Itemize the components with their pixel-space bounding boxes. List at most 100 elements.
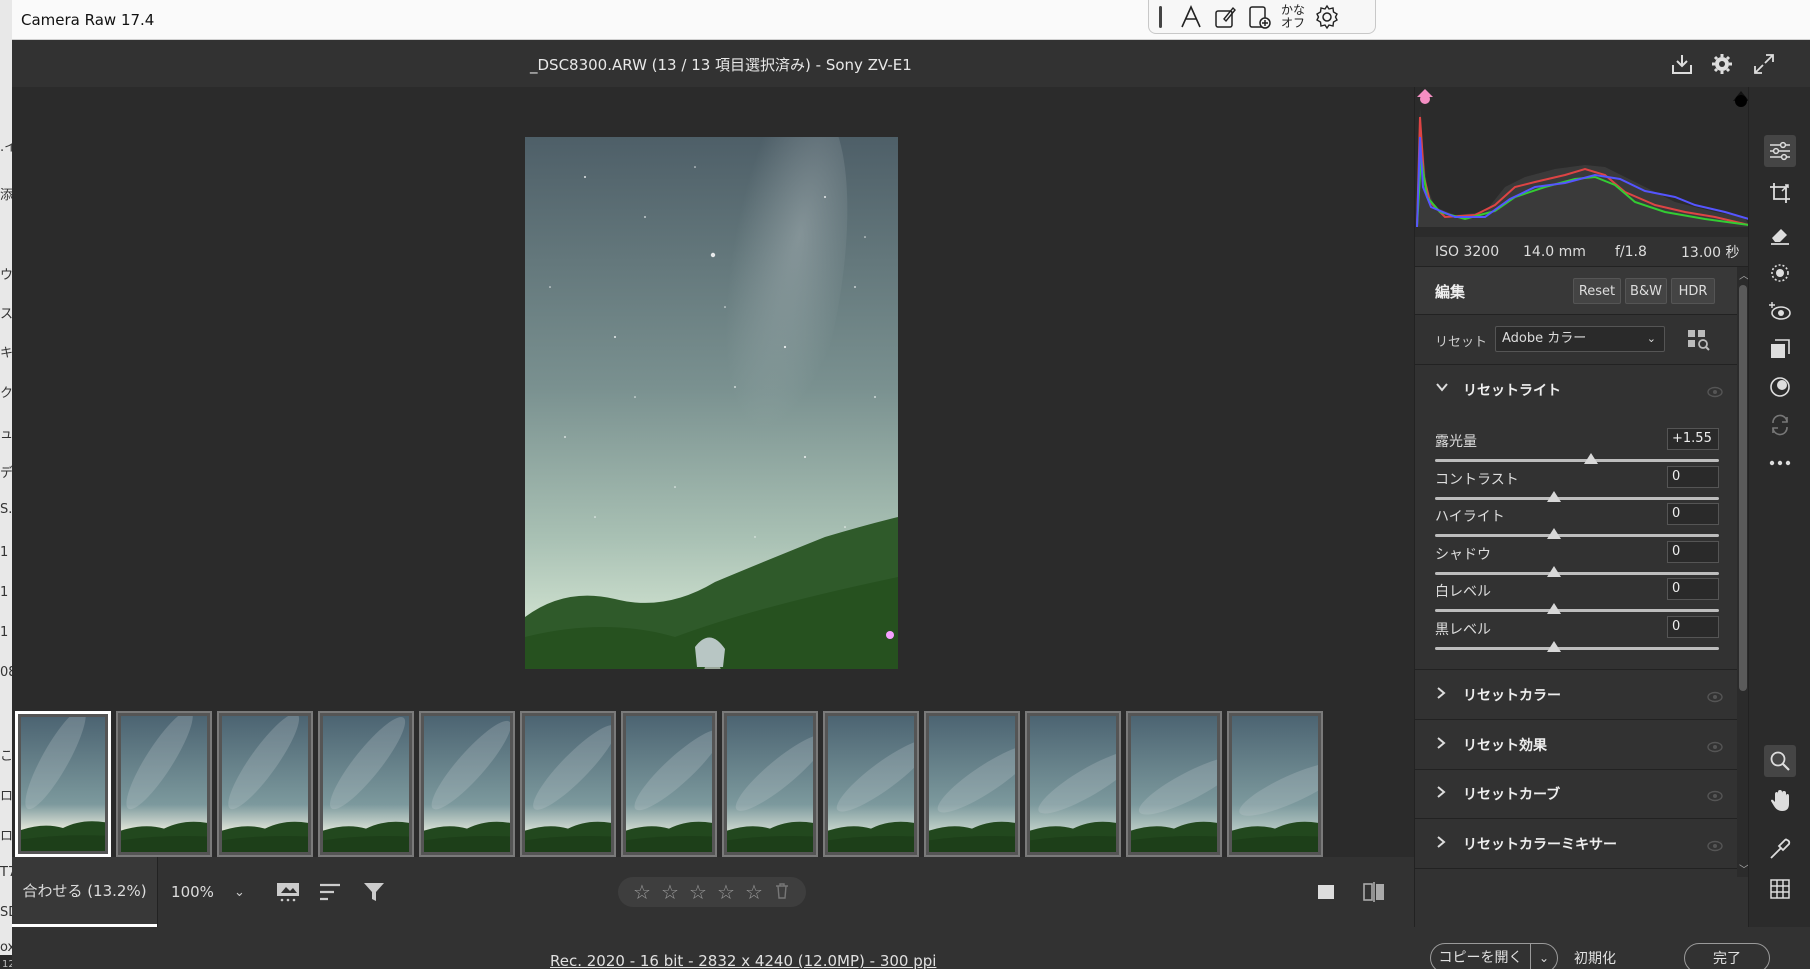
hdr-button[interactable]: HDR — [1671, 278, 1715, 304]
exif-aperture: f/1.8 — [1615, 243, 1647, 260]
ime-settings-gear-icon[interactable] — [1310, 0, 1344, 34]
filmstrip-thumbnail[interactable] — [419, 711, 515, 857]
sort-icon[interactable] — [316, 877, 346, 907]
slider-track[interactable] — [1435, 496, 1719, 500]
filmstrip-thumbnail[interactable] — [15, 708, 111, 857]
ime-dictionary-add-icon[interactable] — [1242, 0, 1276, 34]
filmstrip-thumbnail[interactable] — [116, 710, 212, 857]
filmstrip-options-icon[interactable] — [274, 877, 304, 907]
slider-handle[interactable] — [1547, 528, 1562, 539]
section-header[interactable]: リセット効果 — [1415, 720, 1737, 770]
section-title: リセットカラー — [1463, 688, 1561, 704]
slider-value-input[interactable]: 0 — [1667, 503, 1719, 525]
bw-button[interactable]: B&W — [1625, 278, 1667, 304]
save-image-icon[interactable] — [1666, 48, 1698, 80]
profile-select[interactable]: Adobe カラー ⌄ — [1495, 326, 1665, 352]
zoom-magnifier-icon[interactable] — [1764, 745, 1796, 777]
slider-label: 黒レベル — [1435, 621, 1491, 638]
background-text: ウ — [0, 268, 12, 283]
edit-sliders-icon[interactable] — [1764, 135, 1796, 167]
filmstrip-thumbnail[interactable] — [520, 711, 617, 857]
grid-overlay-icon[interactable] — [1764, 873, 1796, 905]
slider-track[interactable] — [1435, 534, 1719, 537]
slider-value-input[interactable]: 0 — [1667, 465, 1719, 488]
reset-profile-button[interactable]: Reset — [1573, 278, 1621, 304]
filmstrip-thumbnail[interactable] — [1227, 711, 1345, 857]
ime-kana-toggle[interactable]: かな オフ — [1276, 0, 1310, 34]
document-title: _DSC8300.ARW (13 / 13 項目選択済み) - Sony ZV-… — [530, 56, 912, 74]
slider-value-input[interactable]: 0 — [1667, 540, 1719, 563]
slider-handle[interactable] — [1547, 565, 1562, 577]
visibility-eye-icon[interactable] — [1707, 787, 1723, 802]
profile-browser-icon[interactable] — [1687, 329, 1711, 351]
rating-star-icon[interactable]: ☆ — [630, 878, 654, 906]
visibility-eye-icon[interactable] — [1707, 688, 1723, 703]
masking-icon[interactable] — [1764, 257, 1796, 289]
filmstrip-thumbnail[interactable] — [1025, 711, 1139, 857]
open-options-chevron-icon[interactable]: ⌄ — [1531, 951, 1557, 965]
rating-star-icon[interactable]: ☆ — [686, 878, 710, 906]
fit-zoom-button[interactable]: 合わせる (13.2%) — [12, 857, 157, 927]
filmstrip-thumbnail[interactable] — [1126, 711, 1242, 857]
white-balance-eyedropper-icon[interactable] — [1764, 833, 1796, 865]
filter-funnel-icon[interactable] — [360, 877, 390, 907]
panel-scrollbar-thumb[interactable] — [1739, 285, 1747, 691]
snapshots-icon[interactable] — [1764, 333, 1796, 365]
remove-eraser-icon[interactable] — [1764, 219, 1796, 251]
rating-star-icon[interactable]: ☆ — [658, 878, 682, 906]
single-view-icon[interactable] — [1312, 877, 1342, 907]
slider-track[interactable] — [1435, 571, 1719, 575]
filmstrip-thumbnail[interactable] — [621, 711, 722, 857]
slider-handle[interactable] — [1547, 640, 1562, 652]
fullscreen-expand-icon[interactable] — [1748, 48, 1780, 80]
slider-value-input[interactable]: 0 — [1667, 615, 1719, 638]
preferences-gear-icon[interactable] — [1706, 48, 1738, 80]
filmstrip-thumbnail[interactable] — [318, 711, 414, 857]
open-copy-button[interactable]: コピーを開く ⌄ — [1430, 943, 1558, 969]
slider-handle[interactable] — [1547, 603, 1562, 614]
presets-icon[interactable] — [1764, 371, 1796, 403]
light-section-header[interactable]: リセットライト — [1415, 365, 1737, 415]
filmstrip-thumbnail[interactable] — [823, 711, 931, 857]
ime-font-icon[interactable] — [1174, 0, 1208, 34]
workflow-options-link[interactable]: Rec. 2020 - 16 bit - 2832 x 4240 (12.0MP… — [550, 952, 936, 969]
ime-handwriting-icon[interactable] — [1208, 0, 1242, 34]
zoom-dropdown-chevron-icon[interactable]: ⌄ — [227, 857, 252, 927]
section-header[interactable]: リセットカラー — [1415, 670, 1737, 720]
dialog-header: _DSC8300.ARW (13 / 13 項目選択済み) - Sony ZV-… — [12, 40, 1810, 87]
filmstrip-thumbnail[interactable] — [924, 711, 1035, 857]
slider-handle[interactable] — [1547, 490, 1562, 502]
zoom-100-button[interactable]: 100% — [157, 857, 227, 927]
section-header[interactable]: リセットカラーミキサー — [1415, 819, 1737, 869]
open-copy-label[interactable]: コピーを開く — [1431, 944, 1531, 969]
ime-drag-handle[interactable] — [1159, 5, 1162, 28]
slider-label: コントラスト — [1435, 471, 1519, 488]
crop-icon[interactable] — [1764, 177, 1796, 209]
slider-value-input[interactable]: 0 — [1667, 578, 1719, 600]
reject-trash-icon[interactable] — [770, 878, 794, 906]
slider-track[interactable] — [1435, 609, 1719, 612]
edit-controls-scroll[interactable]: 編集 Reset B&W HDR リセット Adobe カラー ⌄ リセットライ… — [1415, 267, 1737, 927]
image-canvas[interactable] — [12, 87, 1414, 696]
visibility-eye-icon[interactable] — [1707, 837, 1723, 851]
reset-all-button[interactable]: 初期化 — [1574, 948, 1616, 968]
done-button[interactable]: 完了 — [1684, 943, 1770, 969]
before-after-compare-icon[interactable] — [1359, 877, 1389, 907]
filmstrip-thumbnail[interactable] — [217, 711, 313, 857]
hand-pan-icon[interactable] — [1764, 785, 1796, 817]
chevron-right-icon — [1435, 785, 1447, 803]
slider-track[interactable] — [1435, 459, 1719, 462]
section-header[interactable]: リセットカーブ — [1415, 769, 1737, 819]
visibility-eye-icon[interactable] — [1707, 383, 1723, 398]
rating-star-icon[interactable]: ☆ — [742, 878, 766, 906]
slider-handle[interactable] — [1584, 453, 1599, 464]
visibility-eye-icon[interactable] — [1707, 738, 1723, 752]
slider-track[interactable] — [1435, 646, 1719, 650]
rating-star-icon[interactable]: ☆ — [714, 878, 738, 906]
red-eye-icon[interactable] — [1764, 295, 1796, 327]
chevron-right-icon — [1435, 686, 1447, 704]
slider-value-input[interactable]: +1.55 — [1667, 428, 1719, 450]
filmstrip-thumbnail[interactable] — [722, 711, 827, 857]
more-options-icon[interactable] — [1764, 447, 1796, 479]
sync-icon[interactable] — [1764, 409, 1796, 441]
